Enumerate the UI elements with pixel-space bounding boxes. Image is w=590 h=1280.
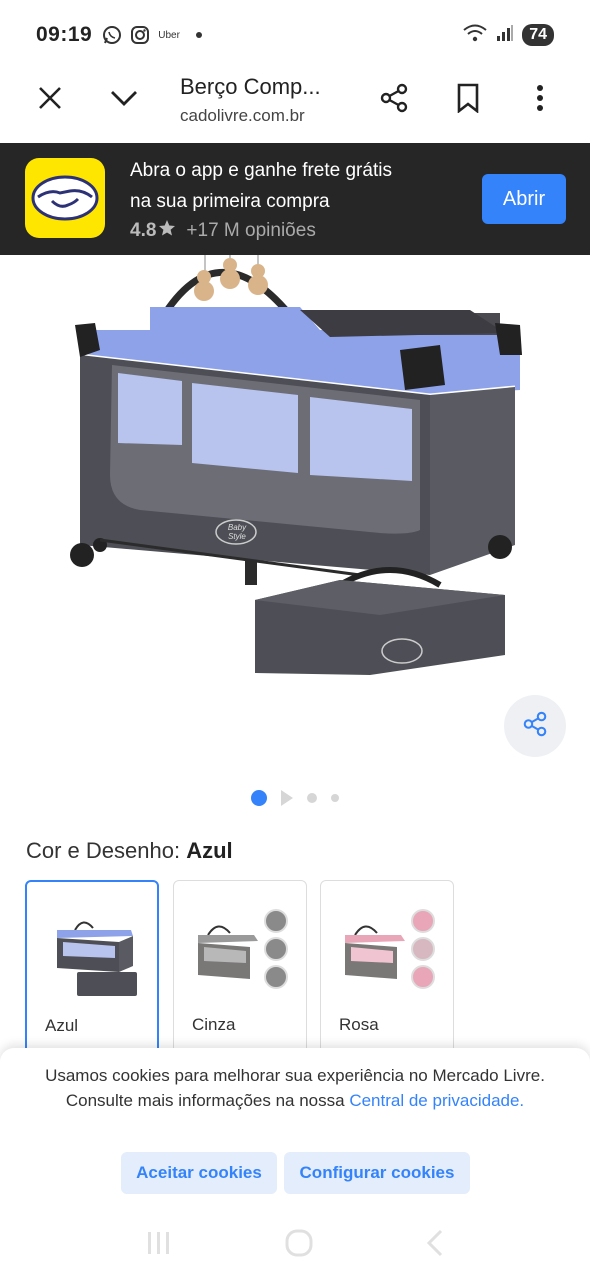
variation-label-text: Cor e Desenho: [26, 838, 187, 863]
variant-option-cinza[interactable]: Cinza [173, 880, 307, 1055]
variation-selected-value: Azul [186, 838, 233, 863]
accept-cookies-button[interactable]: Aceitar cookies [121, 1152, 277, 1194]
status-bar: 09:19 Uber 74 [0, 0, 590, 70]
page-title: Berço Comp... [180, 74, 321, 99]
back-icon[interactable] [425, 1229, 445, 1262]
browser-toolbar: Berço Comp... cadolivre.com.br [0, 70, 590, 144]
battery-indicator: 74 [522, 24, 554, 46]
status-time: 09:19 [36, 23, 93, 46]
app-install-banner: Abra o app e ganhe frete grátis na sua p… [0, 143, 590, 255]
signal-icon [496, 24, 514, 47]
recent-apps-icon[interactable] [145, 1230, 173, 1261]
brand-badge: Baby Style [227, 523, 247, 541]
cookie-message: Usamos cookies para melhorar sua experiê… [40, 1063, 550, 1113]
gallery-dot[interactable] [331, 794, 339, 802]
variation-label: Cor e Desenho: Azul [26, 838, 233, 864]
instagram-icon [130, 25, 150, 45]
uber-notification-icon: Uber [158, 29, 180, 41]
more-notifications-dot [195, 32, 202, 38]
share-icon [521, 710, 549, 743]
app-rating: 4.8 +17 M opiniões [130, 219, 316, 243]
product-image[interactable]: Baby Style [0, 255, 590, 775]
variant-name: Cinza [192, 1015, 236, 1034]
variant-option-rosa[interactable]: Rosa [320, 880, 454, 1055]
mercadolivre-logo [25, 158, 105, 238]
gallery-pagination [0, 790, 590, 806]
system-navigation-bar [0, 1210, 590, 1280]
share-product-button[interactable] [504, 695, 566, 757]
opinions-count: +17 M opiniões [186, 220, 316, 241]
gallery-dot[interactable] [307, 793, 317, 803]
configure-cookies-button[interactable]: Configurar cookies [284, 1152, 470, 1194]
variant-name: Azul [45, 1016, 79, 1035]
open-app-button[interactable]: Abrir [482, 174, 566, 224]
privacy-center-link[interactable]: Central de privacidade. [349, 1091, 524, 1110]
home-icon[interactable] [284, 1228, 314, 1263]
variant-name: Rosa [339, 1015, 379, 1034]
gallery-dot-active[interactable] [251, 790, 267, 806]
variant-thumbnail [41, 900, 145, 1000]
close-icon[interactable] [30, 78, 70, 118]
bookmark-icon[interactable] [448, 78, 488, 118]
star-icon [158, 219, 176, 243]
banner-message: Abra o app e ganhe frete grátis na sua p… [130, 155, 392, 217]
page-url[interactable]: cadolivre.com.br [180, 106, 305, 126]
banner-line-1: Abra o app e ganhe frete grátis [130, 160, 392, 181]
share-icon[interactable] [374, 78, 414, 118]
variant-option-azul[interactable]: Azul [25, 880, 159, 1055]
rating-value: 4.8 [130, 220, 157, 241]
more-options-icon[interactable] [520, 78, 560, 118]
play-video-icon[interactable] [281, 790, 293, 806]
banner-line-2: na sua primeira compra [130, 191, 330, 212]
variant-thumbnail [335, 899, 439, 999]
variant-thumbnail [188, 899, 292, 999]
chevron-down-icon[interactable] [104, 78, 144, 118]
whatsapp-icon [102, 25, 122, 45]
wifi-icon [462, 23, 488, 48]
mercadolivre-product-page: 09:19 Uber 74 Berço Comp... cadolivre.co… [0, 0, 590, 1280]
